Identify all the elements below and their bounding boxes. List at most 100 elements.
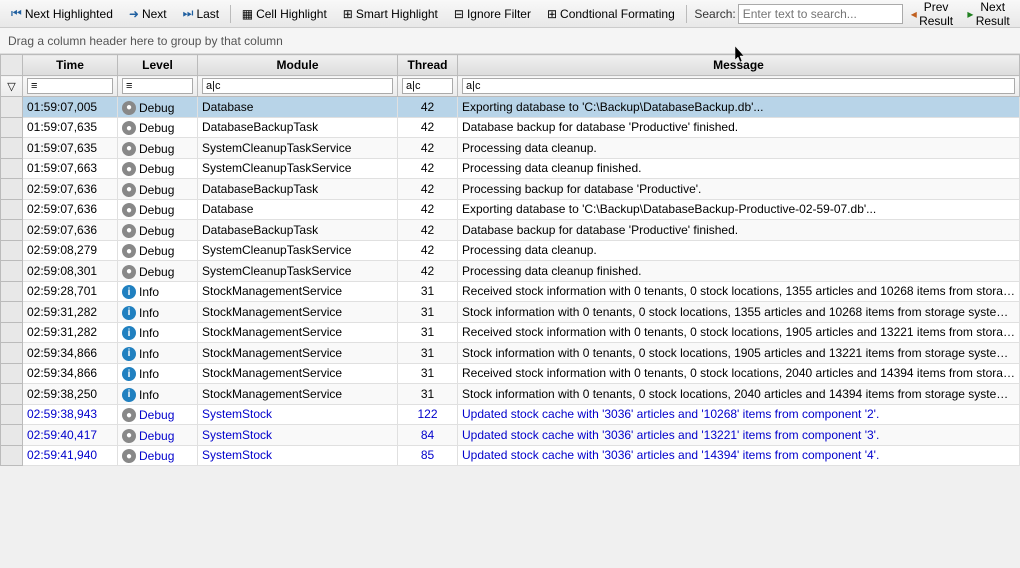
filter-toggle-header[interactable] [1, 55, 23, 76]
level-cell: ●Debug [118, 445, 198, 466]
module-filter-input[interactable] [202, 78, 393, 94]
message-filter-input[interactable] [462, 78, 1015, 94]
message-column-header[interactable]: Message [458, 55, 1020, 76]
debug-icon: ● [122, 162, 136, 176]
thread-cell: 31 [398, 384, 458, 405]
table-row[interactable]: 02:59:34,866iInfoStockManagementService3… [1, 343, 1020, 364]
next-highlighted-button[interactable]: ⏮ Next Highlighted [4, 3, 120, 25]
table-row[interactable]: 02:59:07,636●DebugDatabaseBackupTask42Pr… [1, 179, 1020, 200]
time-cell: 02:59:31,282 [23, 302, 118, 323]
thread-column-header[interactable]: Thread [398, 55, 458, 76]
table-row[interactable]: 01:59:07,635●DebugDatabaseBackupTask42Da… [1, 117, 1020, 138]
thread-cell: 42 [398, 179, 458, 200]
module-cell: SystemCleanupTaskService [198, 158, 398, 179]
search-input[interactable] [738, 4, 903, 24]
time-cell: 02:59:38,250 [23, 384, 118, 405]
time-cell: 01:59:07,005 [23, 97, 118, 118]
message-cell: Exporting database to 'C:\Backup\Databas… [458, 97, 1020, 118]
table-row[interactable]: 02:59:40,417●DebugSystemStock84Updated s… [1, 425, 1020, 446]
table-row[interactable]: 02:59:38,943●DebugSystemStock122Updated … [1, 404, 1020, 425]
toolbar: ⏮ Next Highlighted ➜ Next ⏭ Last ▦ Cell … [0, 0, 1020, 28]
info-icon: i [122, 306, 136, 320]
table-row[interactable]: 02:59:41,940●DebugSystemStock85Updated s… [1, 445, 1020, 466]
message-cell: Processing data cleanup finished. [458, 158, 1020, 179]
table-row[interactable]: 01:59:07,005●DebugDatabase42Exporting da… [1, 97, 1020, 118]
time-cell: 02:59:41,940 [23, 445, 118, 466]
table-row[interactable]: 02:59:07,636●DebugDatabase42Exporting da… [1, 199, 1020, 220]
info-icon: i [122, 367, 136, 381]
conditional-formatting-button[interactable]: ⊞ Condtional Formating [540, 3, 682, 25]
level-label: Debug [139, 142, 174, 156]
ignore-filter-button[interactable]: ⊟ Ignore Filter [447, 3, 538, 25]
table-container: Time Level Module Thread Message ▽ [0, 54, 1020, 568]
module-cell: SystemCleanupTaskService [198, 240, 398, 261]
time-filter-input[interactable] [27, 78, 113, 94]
level-filter-input[interactable] [122, 78, 193, 94]
filter-row: ▽ [1, 76, 1020, 97]
debug-icon: ● [122, 121, 136, 135]
level-filter-cell [118, 76, 198, 97]
debug-icon: ● [122, 265, 136, 279]
module-cell: SystemCleanupTaskService [198, 261, 398, 282]
level-column-header[interactable]: Level [118, 55, 198, 76]
debug-icon: ● [122, 203, 136, 217]
thread-cell: 42 [398, 261, 458, 282]
module-cell: StockManagementService [198, 384, 398, 405]
time-cell: 02:59:40,417 [23, 425, 118, 446]
table-row[interactable]: 02:59:08,301●DebugSystemCleanupTaskServi… [1, 261, 1020, 282]
level-label: Info [139, 347, 159, 361]
smart-highlight-label: Smart Highlight [356, 7, 438, 21]
message-cell: Processing backup for database 'Producti… [458, 179, 1020, 200]
table-row[interactable]: 02:59:07,636●DebugDatabaseBackupTask42Da… [1, 220, 1020, 241]
ignore-filter-label: Ignore Filter [467, 7, 531, 21]
level-label: Debug [139, 449, 174, 463]
debug-icon: ● [122, 408, 136, 422]
table-row[interactable]: 02:59:08,279●DebugSystemCleanupTaskServi… [1, 240, 1020, 261]
level-cell: ●Debug [118, 97, 198, 118]
message-cell: Exporting database to 'C:\Backup\Databas… [458, 199, 1020, 220]
time-cell: 02:59:34,866 [23, 343, 118, 364]
table-row[interactable]: 01:59:07,663●DebugSystemCleanupTaskServi… [1, 158, 1020, 179]
time-column-header[interactable]: Time [23, 55, 118, 76]
table-row[interactable]: 02:59:38,250iInfoStockManagementService3… [1, 384, 1020, 405]
module-cell: StockManagementService [198, 363, 398, 384]
thread-filter-input[interactable] [402, 78, 453, 94]
smart-highlight-button[interactable]: ⊞ Smart Highlight [336, 3, 445, 25]
debug-icon: ● [122, 101, 136, 115]
row-filter-cell [1, 138, 23, 159]
thread-cell: 42 [398, 97, 458, 118]
thread-cell: 122 [398, 404, 458, 425]
module-filter-cell [198, 76, 398, 97]
module-cell: Database [198, 199, 398, 220]
table-row[interactable]: 02:59:34,866iInfoStockManagementService3… [1, 363, 1020, 384]
message-cell: Processing data cleanup finished. [458, 261, 1020, 282]
next-result-button[interactable]: ▸ Next Result [961, 3, 1016, 25]
last-icon: ⏭ [183, 6, 194, 21]
table-row[interactable]: 02:59:28,701iInfoStockManagementService3… [1, 281, 1020, 302]
level-label: Debug [139, 121, 174, 135]
conditional-formatting-label: Condtional Formating [560, 7, 675, 21]
row-filter-cell [1, 425, 23, 446]
next-highlighted-label: Next Highlighted [25, 7, 113, 21]
table-row[interactable]: 01:59:07,635●DebugSystemCleanupTaskServi… [1, 138, 1020, 159]
cell-highlight-icon: ▦ [242, 7, 253, 21]
module-cell: StockManagementService [198, 343, 398, 364]
module-column-header[interactable]: Module [198, 55, 398, 76]
table-row[interactable]: 02:59:31,282iInfoStockManagementService3… [1, 302, 1020, 323]
time-cell: 02:59:07,636 [23, 179, 118, 200]
message-cell: Stock information with 0 tenants, 0 stoc… [458, 343, 1020, 364]
cell-highlight-button[interactable]: ▦ Cell Highlight [235, 3, 334, 25]
row-filter-cell [1, 158, 23, 179]
level-label: Debug [139, 408, 174, 422]
time-cell: 02:59:31,282 [23, 322, 118, 343]
next-button[interactable]: ➜ Next [122, 3, 174, 25]
thread-filter-cell [398, 76, 458, 97]
time-cell: 01:59:07,635 [23, 138, 118, 159]
table-row[interactable]: 02:59:31,282iInfoStockManagementService3… [1, 322, 1020, 343]
row-filter-cell [1, 240, 23, 261]
last-button[interactable]: ⏭ Last [176, 3, 227, 25]
prev-result-button[interactable]: ◂ Prev Result [905, 3, 960, 25]
message-cell: Updated stock cache with '3036' articles… [458, 404, 1020, 425]
level-cell: iInfo [118, 281, 198, 302]
message-cell: Updated stock cache with '3036' articles… [458, 445, 1020, 466]
